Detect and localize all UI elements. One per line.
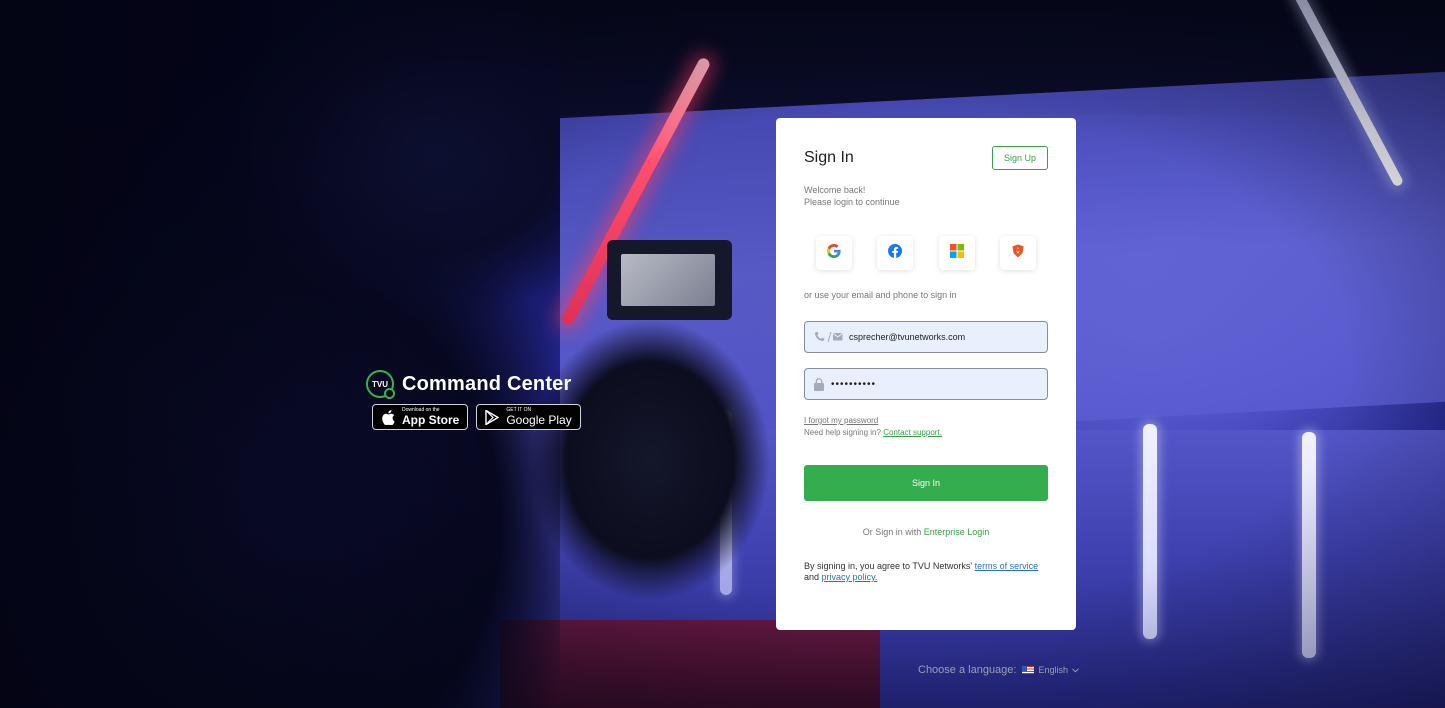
card-title: Sign In xyxy=(804,149,854,166)
email-input[interactable] xyxy=(849,332,1039,342)
auth0-shield-icon xyxy=(1011,244,1025,263)
email-phone-field[interactable] xyxy=(804,321,1048,353)
app-store-label: App Store xyxy=(402,413,460,427)
app-store-badge[interactable]: Download on the App Store xyxy=(372,404,469,430)
terms-text: By signing in, you agree to TVU Networks… xyxy=(804,561,1048,583)
play-store-icon xyxy=(484,409,500,425)
language-label: Choose a language: xyxy=(918,664,1017,676)
sign-in-button[interactable]: Sign In xyxy=(804,465,1048,501)
facebook-icon xyxy=(888,243,903,263)
tvu-logo-icon: TVU xyxy=(366,370,395,399)
help-text: Need help signing in? xyxy=(804,428,881,437)
password-field[interactable] xyxy=(804,368,1048,400)
background-scene xyxy=(0,0,1445,708)
password-input[interactable] xyxy=(831,378,1039,390)
sign-up-button[interactable]: Sign Up xyxy=(992,146,1048,170)
enterprise-login-link[interactable]: Enterprise Login xyxy=(924,527,990,537)
language-selector: Choose a language: English xyxy=(918,664,1079,676)
facebook-login-button[interactable] xyxy=(877,236,914,270)
language-dropdown[interactable]: English xyxy=(1022,665,1079,675)
microsoft-icon xyxy=(949,243,964,263)
forgot-password-row: I forgot my password xyxy=(804,416,1048,425)
language-selected: English xyxy=(1038,665,1068,675)
google-icon xyxy=(827,243,841,263)
terms-and: and xyxy=(804,572,820,582)
signin-card: Sign In Sign Up Welcome back! Please log… xyxy=(776,118,1076,630)
google-play-label: Google Play xyxy=(506,413,572,427)
enterprise-prefix: Or Sign in with xyxy=(862,527,922,537)
google-play-badge[interactable]: GET IT ON Google Play xyxy=(476,404,581,430)
chevron-down-icon xyxy=(1072,665,1079,675)
brand-title: Command Center xyxy=(402,372,572,395)
microsoft-login-button[interactable] xyxy=(938,236,975,270)
apple-icon xyxy=(380,409,396,425)
us-flag-icon xyxy=(1022,666,1035,674)
welcome-text: Welcome back! Please login to continue xyxy=(804,184,1048,208)
forgot-password-link[interactable]: I forgot my password xyxy=(804,416,878,425)
terms-prefix: By signing in, you agree to TVU Networks… xyxy=(804,561,973,571)
alt-signin-text: or use your email and phone to sign in xyxy=(804,290,957,300)
social-login-row xyxy=(804,236,1048,270)
brand-block: TVU Command Center Download on the App S… xyxy=(366,370,586,430)
welcome-line-2: Please login to continue xyxy=(804,197,900,207)
contact-support-link[interactable]: Contact support. xyxy=(883,428,942,437)
welcome-line-1: Welcome back! xyxy=(804,185,866,195)
terms-of-service-link[interactable]: terms of service xyxy=(975,561,1039,571)
auth0-login-button[interactable] xyxy=(999,236,1036,270)
privacy-policy-link[interactable]: privacy policy. xyxy=(822,572,878,582)
lock-icon xyxy=(813,377,825,391)
phone-email-icon xyxy=(813,331,843,343)
help-row: Need help signing in? Contact support. xyxy=(804,428,1048,437)
enterprise-row: Or Sign in with Enterprise Login xyxy=(804,527,1048,537)
google-login-button[interactable] xyxy=(816,236,852,270)
